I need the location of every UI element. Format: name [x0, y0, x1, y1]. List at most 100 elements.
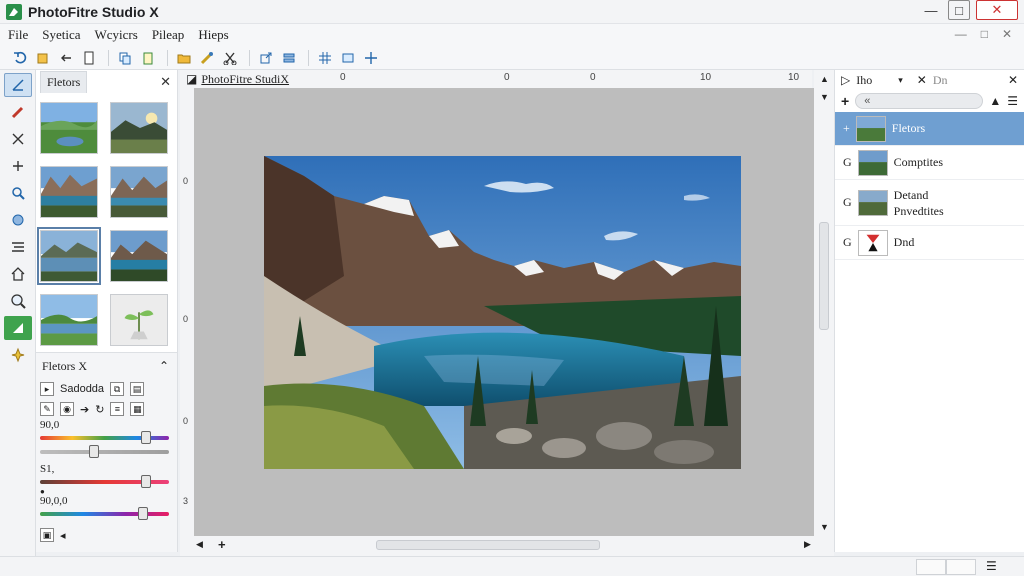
layers-panel-close-icon[interactable]: ✕	[1008, 73, 1018, 88]
scroll-right-icon[interactable]: ▶	[804, 539, 811, 550]
filters-panel-tab[interactable]: Fletors	[40, 71, 88, 93]
home-icon[interactable]	[4, 262, 32, 286]
gray-slider-knob[interactable]	[89, 445, 100, 458]
slider3-label: S1,	[40, 463, 55, 475]
ruler-tick-label: 0	[590, 72, 596, 83]
hue-slider[interactable]	[40, 431, 169, 445]
preset-icon[interactable]: ▸	[40, 382, 54, 396]
filters-panel-close-icon[interactable]: ✕	[160, 74, 171, 90]
brush-icon[interactable]	[197, 48, 217, 68]
filter-thumb-valley[interactable]	[40, 102, 98, 154]
layer-small-icon[interactable]: ▤	[130, 382, 145, 396]
add-icon[interactable]: +	[218, 537, 226, 552]
layer-row-detand[interactable]: G Detand Pnvedtites	[835, 180, 1024, 226]
add-layer-icon[interactable]: +	[841, 93, 849, 109]
vertical-scrollbar[interactable]: ▲ ▼ ▼	[814, 70, 834, 536]
folder-icon[interactable]	[174, 48, 194, 68]
adjust-small-icon[interactable]: ≡	[110, 402, 125, 416]
menu-syetica[interactable]: Syetica	[42, 27, 80, 43]
zoom-icon[interactable]	[4, 181, 32, 205]
status-menu-icon[interactable]: ☰	[986, 559, 997, 573]
export-icon[interactable]	[256, 48, 276, 68]
align-icon[interactable]	[4, 235, 32, 259]
layer-thumbnail	[855, 115, 886, 142]
menu-hieps[interactable]: Hieps	[198, 27, 228, 43]
scroll-down-icon[interactable]: ▼	[820, 522, 829, 532]
open-icon[interactable]	[33, 48, 53, 68]
layer-row-fletors[interactable]: + Fletors	[835, 112, 1024, 146]
minimize-button[interactable]: —	[916, 0, 946, 20]
panel-play-icon[interactable]: ▷	[841, 73, 850, 88]
undo-icon[interactable]	[10, 48, 30, 68]
layer-search-input[interactable]: «	[855, 93, 984, 109]
filter-thumb-green-lake[interactable]	[40, 294, 98, 346]
tool-strip	[0, 70, 36, 576]
pencil-icon[interactable]	[4, 100, 32, 124]
copy-small-icon[interactable]: ⧉	[110, 382, 125, 396]
spectrum-slider[interactable]	[40, 507, 169, 521]
canvas-area[interactable]	[194, 88, 814, 536]
plus-icon[interactable]	[4, 154, 32, 178]
maximize-button[interactable]: □	[948, 0, 970, 20]
doc-restore-button[interactable]: □	[981, 27, 988, 41]
gray-slider[interactable]	[40, 445, 169, 459]
spectrum-slider-knob[interactable]	[138, 507, 149, 520]
paste-icon[interactable]	[138, 48, 158, 68]
select-tool-icon[interactable]	[4, 73, 32, 97]
close-button[interactable]: ✕	[976, 0, 1018, 20]
saturation-slider[interactable]	[40, 475, 169, 489]
arrow-small-icon[interactable]: ➔	[80, 403, 89, 416]
filters-x-section: Fletors X ⌃ ▸ Sadodda ⧉ ▤ ✎ ◉ ➔ ↻ ≡ ▦ 90…	[36, 352, 178, 552]
filter-thumb-sunset[interactable]	[110, 102, 168, 154]
filter-thumb-reflection[interactable]	[37, 227, 101, 285]
transform-icon[interactable]	[338, 48, 358, 68]
grid-small-icon[interactable]: ▦	[130, 402, 145, 416]
menu-file[interactable]: File	[8, 27, 28, 43]
folder-small-icon[interactable]: ▣	[40, 528, 54, 542]
filter-thumb-alpine[interactable]	[110, 230, 168, 282]
back-icon[interactable]	[56, 48, 76, 68]
stack-icon[interactable]: ▲	[989, 94, 1001, 108]
horizontal-scroll-thumb[interactable]	[376, 540, 600, 550]
hue-slider-knob[interactable]	[140, 431, 151, 444]
stamp-icon[interactable]	[4, 208, 32, 232]
scroll-up-icon[interactable]: ▲	[820, 74, 829, 84]
doc-minimize-button[interactable]: —	[955, 27, 967, 41]
scroll-left-icon[interactable]: ◀	[196, 539, 203, 550]
move-icon[interactable]	[361, 48, 381, 68]
cut-icon[interactable]	[220, 48, 240, 68]
copy-icon[interactable]	[115, 48, 135, 68]
cross-icon[interactable]	[4, 127, 32, 151]
pin-icon[interactable]	[4, 343, 32, 367]
layer-row-comptites[interactable]: G Comptites	[835, 146, 1024, 180]
toolbar-separator	[249, 49, 250, 66]
refresh-small-icon[interactable]: ↻	[95, 403, 104, 416]
filter-thumb-peaks[interactable]	[110, 166, 168, 218]
layers-panel: ▷ Iho ▾ ✕ Dn ✕ + « ▲ ☰ + Fletors G Compt…	[834, 70, 1024, 552]
layer-prefix: +	[843, 121, 850, 135]
grid-icon[interactable]	[315, 48, 335, 68]
panel-close-icon[interactable]: ✕	[917, 73, 927, 88]
list-icon[interactable]: ☰	[1007, 94, 1018, 108]
back-small-icon[interactable]: ◂	[60, 529, 66, 542]
fill-icon[interactable]	[4, 316, 32, 340]
collapse-icon[interactable]: ⌃	[159, 359, 169, 373]
menu-wcyicrs[interactable]: Wcyicrs	[95, 27, 138, 43]
brush-small-icon[interactable]: ✎	[40, 402, 54, 416]
panel-dropdown-icon[interactable]: ▾	[898, 75, 903, 86]
filter-thumb-plant[interactable]	[110, 294, 168, 346]
horizontal-scrollbar[interactable]: ◀ + ▶	[180, 536, 834, 556]
saturation-slider-knob[interactable]	[140, 475, 151, 488]
filter-thumb-mountain-lake[interactable]	[40, 166, 98, 218]
page-icon[interactable]	[79, 48, 99, 68]
canvas-photo[interactable]	[264, 156, 741, 469]
ruler-tick-label: 0	[504, 72, 510, 83]
layer-row-dnd[interactable]: G Dnd	[835, 226, 1024, 260]
menu-pileap[interactable]: Pileap	[152, 27, 185, 43]
magnify-icon[interactable]	[4, 289, 32, 313]
scroll-down-small-icon[interactable]: ▼	[820, 92, 829, 102]
layers-icon[interactable]	[279, 48, 299, 68]
vertical-scroll-thumb[interactable]	[819, 222, 829, 330]
doc-close-button[interactable]: ✕	[1002, 27, 1012, 41]
stamp-small-icon[interactable]: ◉	[60, 402, 74, 416]
